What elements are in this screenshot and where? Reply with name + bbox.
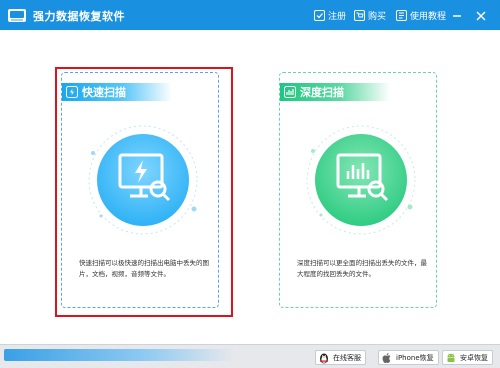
fast-scan-illustration bbox=[88, 125, 198, 235]
penguin-icon bbox=[320, 353, 328, 363]
minimize-icon bbox=[453, 15, 461, 17]
deep-scan-title: 深度扫描 bbox=[300, 86, 344, 99]
deep-scan-card[interactable]: 深度扫描 深度扫描可以更全面的扫描出丢失的文件，最大程度的找回丢失的文件。 bbox=[279, 72, 437, 308]
android-recovery-label: 安卓恢复 bbox=[460, 353, 488, 362]
bottom-decoration-bar bbox=[4, 349, 234, 361]
deep-scan-description: 深度扫描可以更全面的扫描出丢失的文件，最大程度的找回丢失的文件。 bbox=[297, 259, 427, 278]
fast-scan-banner: 快速扫描 bbox=[62, 83, 172, 101]
app-logo-icon bbox=[8, 9, 26, 22]
online-service-button[interactable]: 在线客服 bbox=[315, 350, 366, 365]
tutorial-label: 使用教程 bbox=[410, 11, 447, 22]
android-recovery-button[interactable]: 安卓恢复 bbox=[442, 350, 493, 365]
register-icon bbox=[314, 9, 325, 21]
title-bar: 强力数据恢复软件 注册 购买 使用教程 bbox=[0, 0, 500, 30]
deep-scan-small-icon bbox=[284, 86, 296, 98]
deep-scan-illustration bbox=[306, 125, 416, 235]
apple-icon bbox=[382, 352, 391, 363]
close-icon bbox=[476, 11, 486, 21]
close-button[interactable] bbox=[474, 8, 488, 22]
bottom-bar: 在线客服 iPhone恢复 安卓恢复 bbox=[0, 344, 500, 368]
fast-scan-card[interactable]: 快速扫描 快速扫描可以极快速的扫描出电脑中丢失的图片，文档，视频，音频等文件。 bbox=[61, 72, 219, 308]
fast-scan-description: 快速扫描可以极快速的扫描出电脑中丢失的图片，文档，视频，音频等文件。 bbox=[79, 259, 209, 278]
minimize-button[interactable] bbox=[450, 8, 464, 22]
register-button[interactable]: 注册 bbox=[314, 8, 346, 22]
register-label: 注册 bbox=[328, 11, 347, 22]
tutorial-button[interactable]: 使用教程 bbox=[396, 8, 446, 22]
fast-scan-small-icon bbox=[66, 86, 78, 98]
buy-label: 购买 bbox=[368, 11, 387, 22]
iphone-recovery-label: iPhone恢复 bbox=[396, 353, 434, 362]
fast-scan-title: 快速扫描 bbox=[82, 86, 126, 99]
cart-icon bbox=[354, 9, 365, 21]
book-icon bbox=[396, 9, 407, 21]
app-title: 强力数据恢复软件 bbox=[33, 10, 125, 23]
android-icon bbox=[447, 352, 455, 362]
iphone-recovery-button[interactable]: iPhone恢复 bbox=[378, 350, 439, 365]
buy-button[interactable]: 购买 bbox=[354, 8, 386, 22]
online-service-label: 在线客服 bbox=[333, 353, 361, 362]
deep-scan-banner: 深度扫描 bbox=[280, 83, 390, 101]
